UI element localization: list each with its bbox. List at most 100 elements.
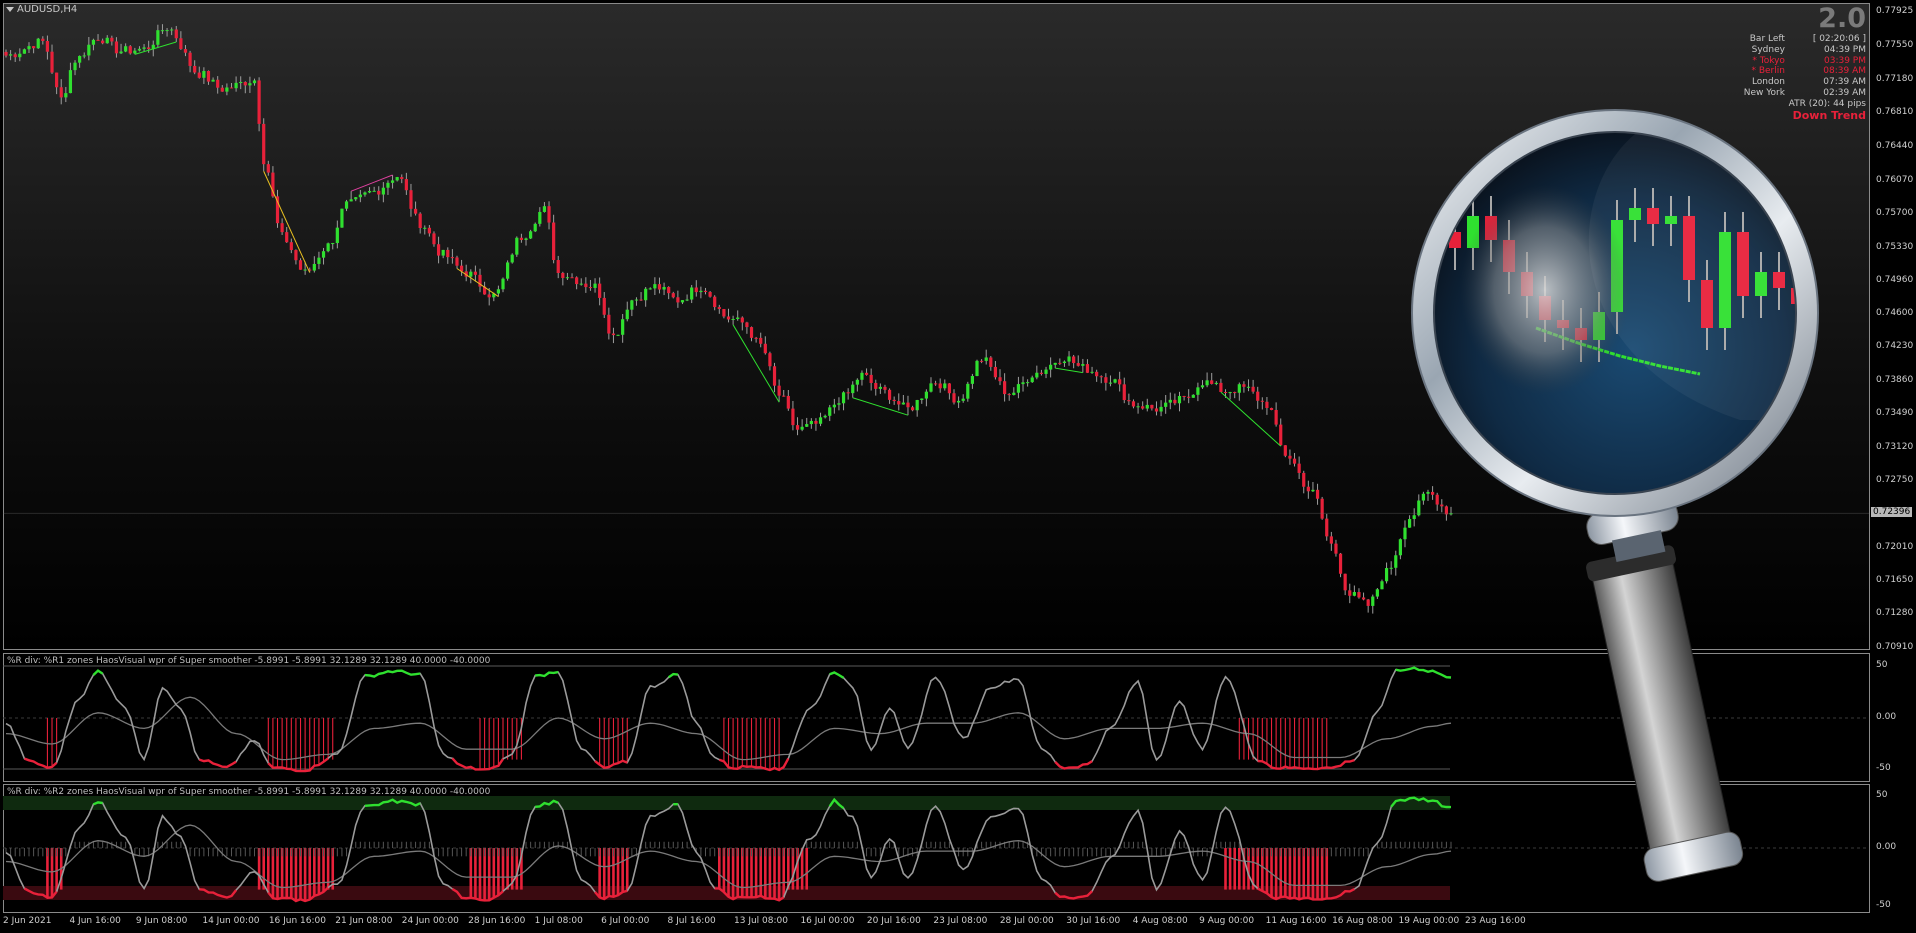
time-tick-label: 23 Aug 16:00 <box>1465 916 1526 926</box>
time-tick-label: 28 Jul 00:00 <box>999 916 1054 926</box>
candle-body <box>1191 394 1195 398</box>
candle-body <box>340 208 344 228</box>
candle-body <box>547 206 551 223</box>
candle-body <box>920 398 924 401</box>
candle-body <box>321 251 326 258</box>
time-tick-label: 11 Aug 16:00 <box>1265 916 1327 926</box>
candle-body <box>344 201 349 209</box>
candle-body <box>1283 445 1287 456</box>
candle-body <box>883 386 887 390</box>
candle-body <box>611 333 616 336</box>
candle-body <box>984 357 988 361</box>
candle-body <box>1407 519 1412 528</box>
candle-body <box>538 211 542 224</box>
candle-body <box>1039 372 1044 374</box>
price-tick-label: 0.76810 <box>1876 107 1914 118</box>
session-row-label: Sydney <box>1751 44 1785 55</box>
candle-body <box>87 44 91 56</box>
candle-body <box>694 287 698 293</box>
candle-body <box>556 260 560 273</box>
candle-body <box>851 384 855 394</box>
session-row-value: [ 02:20:06 ] <box>1812 34 1866 44</box>
candle-body <box>335 227 339 244</box>
candle-body <box>1421 493 1425 501</box>
price-tick-label: 0.72010 <box>1876 542 1914 553</box>
dropdown-triangle-icon[interactable] <box>6 6 14 12</box>
candle-body <box>777 385 781 396</box>
candle-body <box>878 386 882 389</box>
candle-body <box>4 51 8 56</box>
candle-body <box>1246 386 1251 388</box>
candle-body <box>1113 379 1117 383</box>
candle-body <box>1228 392 1232 394</box>
candle-body <box>312 263 316 271</box>
candle-body <box>188 52 192 66</box>
indicator1-panel-bg <box>3 653 1869 781</box>
candle-body <box>616 334 620 336</box>
candle-body <box>593 283 597 288</box>
candle-body <box>377 190 381 195</box>
candle-body <box>1150 404 1154 409</box>
price-tick-label: 0.75330 <box>1876 241 1914 252</box>
candle-body <box>846 392 850 394</box>
chart-symbol-label[interactable]: AUDUSD,H4 <box>6 4 77 15</box>
time-tick-label: 23 Jul 08:00 <box>933 916 988 926</box>
candle-body <box>653 284 657 289</box>
session-row-value: 02:39 AM <box>1823 87 1866 98</box>
candle-body <box>524 238 528 240</box>
candle-body <box>1269 407 1274 410</box>
candle-body <box>1320 498 1324 519</box>
time-tick-label: 8 Jul 16:00 <box>667 916 716 926</box>
price-tick-label: 0.74600 <box>1876 307 1914 318</box>
candle-body <box>1435 494 1439 505</box>
candle-body <box>18 53 22 58</box>
candle-body <box>1131 401 1136 407</box>
price-tick-label: 0.77550 <box>1876 40 1914 51</box>
candle-body <box>9 54 13 56</box>
session-info-panel: 2.0 Bar Left[ 02:20:06 ] Sydney 04:39 PM * … <box>1716 4 1866 121</box>
candle-body <box>1067 356 1071 362</box>
candle-body <box>124 46 128 52</box>
candle-body <box>1062 361 1067 364</box>
candle-body <box>427 227 431 234</box>
candle-body <box>970 376 975 384</box>
candle-body <box>193 65 197 73</box>
candle-body <box>685 299 689 301</box>
candle-body <box>1352 592 1356 596</box>
candle-body <box>248 83 252 86</box>
candle-body <box>772 366 777 386</box>
candle-body <box>768 353 772 367</box>
candle-body <box>1016 384 1021 393</box>
candle-body <box>961 398 965 401</box>
candle-body <box>469 271 473 277</box>
candle-body <box>91 39 96 45</box>
candle-body <box>105 37 109 44</box>
candle-body <box>1205 380 1209 386</box>
session-row-value: 08:39 AM <box>1823 66 1866 77</box>
candle-body <box>1076 363 1080 366</box>
candle-body <box>892 399 896 402</box>
candle-body <box>1403 527 1407 540</box>
candle-body <box>317 257 321 264</box>
candle-body <box>662 287 666 290</box>
indicator-level-label: 50 <box>1876 790 1888 800</box>
candle-body <box>326 243 330 252</box>
price-tick-label: 0.75700 <box>1876 208 1914 219</box>
candle-body <box>1233 392 1237 394</box>
session-row: New York 02:39 AM <box>1716 88 1866 99</box>
time-tick-label: 16 Aug 08:00 <box>1332 916 1393 926</box>
candle-body <box>354 197 358 200</box>
candle-body <box>119 51 123 54</box>
candle-body <box>1159 406 1163 412</box>
session-row-value: 04:39 PM <box>1824 44 1866 55</box>
candle-body <box>814 420 818 424</box>
time-tick-label: 30 Jul 16:00 <box>1066 916 1121 926</box>
candle-body <box>1035 372 1039 378</box>
candle-body <box>552 222 556 261</box>
candle-body <box>910 407 915 411</box>
candle-body <box>496 289 501 294</box>
candle-body <box>1090 371 1094 373</box>
candle-body <box>285 232 289 243</box>
candle-body <box>515 237 519 255</box>
candle-body <box>759 337 763 344</box>
